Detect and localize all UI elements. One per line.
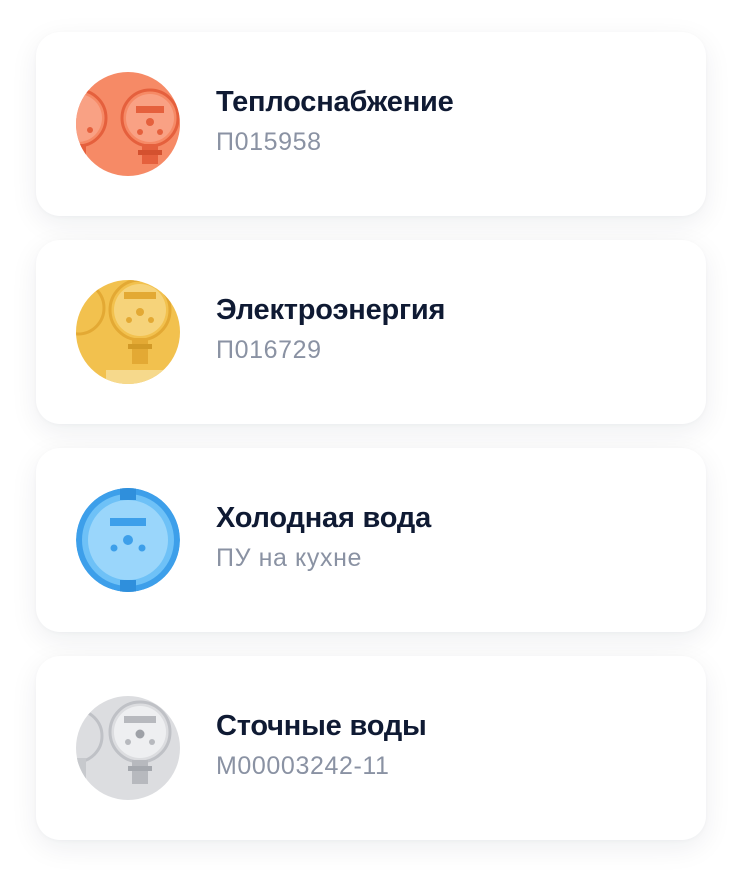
meter-card-electricity[interactable]: Электроэнергия П016729 xyxy=(36,240,706,424)
meter-list: Теплоснабжение П015958 Электроэнергия П0… xyxy=(0,0,742,880)
cold-water-meter-icon xyxy=(76,488,180,592)
meter-number: М00003242-11 xyxy=(216,752,390,780)
meter-title: Электроэнергия xyxy=(216,294,446,326)
wastewater-meter-icon xyxy=(76,696,180,800)
meter-number: П016729 xyxy=(216,336,322,364)
meter-card-heat[interactable]: Теплоснабжение П015958 xyxy=(36,32,706,216)
meter-card-cold-water[interactable]: Холодная вода ПУ на кухне xyxy=(36,448,706,632)
meter-title: Холодная вода xyxy=(216,502,432,534)
meter-card-wastewater[interactable]: Сточные воды М00003242-11 xyxy=(36,656,706,840)
meter-number: ПУ на кухне xyxy=(216,544,362,572)
meter-number: П015958 xyxy=(216,128,322,156)
heat-meter-icon xyxy=(76,72,180,176)
meter-title: Сточные воды xyxy=(216,710,427,742)
meter-title: Теплоснабжение xyxy=(216,86,454,118)
electricity-meter-icon xyxy=(76,280,180,384)
